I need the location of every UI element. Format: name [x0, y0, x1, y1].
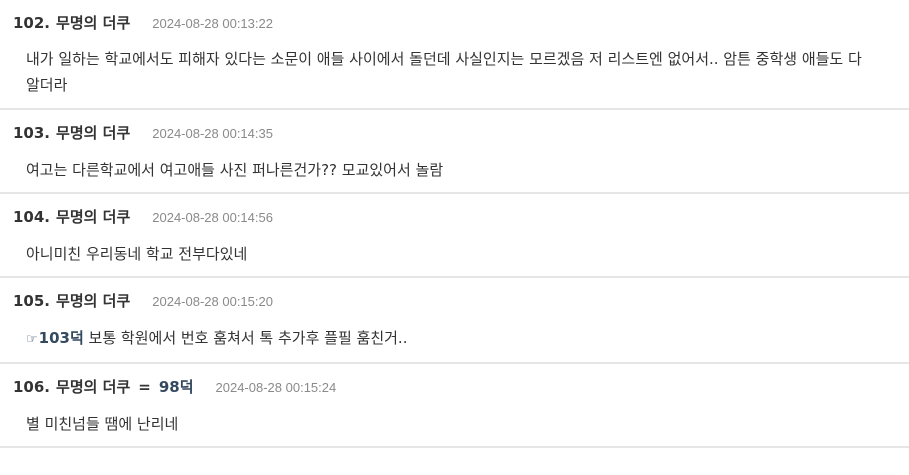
comment-number[interactable]: 106. [13, 378, 50, 396]
comment-item: 106. 무명의 더쿠 = 98덕 2024-08-28 00:15:24 별 … [0, 364, 909, 448]
comment-number[interactable]: 102. [13, 14, 50, 32]
comment-author: 무명의 더쿠 [56, 208, 131, 226]
comment-body-text: 보통 학원에서 번호 훔쳐서 톡 추가후 플필 훔친거.. [83, 329, 408, 347]
comment-timestamp: 2024-08-28 00:14:56 [152, 210, 273, 225]
comment-item: 104. 무명의 더쿠 2024-08-28 00:14:56 아니미친 우리동… [0, 194, 909, 278]
comment-anchor-link[interactable]: 103덕 [39, 329, 84, 347]
comment-body: ☞103덕 보통 학원에서 번호 훔쳐서 톡 추가후 플필 훔친거.. [13, 312, 899, 362]
comment-header: 102. 무명의 더쿠 2024-08-28 00:13:22 [13, 0, 899, 34]
comment-author: 무명의 더쿠 [56, 292, 131, 310]
comment-author: 무명의 더쿠 [56, 14, 131, 32]
comment-thread: 102. 무명의 더쿠 2024-08-28 00:13:22 내가 일하는 학… [0, 0, 909, 448]
comment-number[interactable]: 105. [13, 292, 50, 310]
comment-body: 아니미친 우리동네 학교 전부다있네 [26, 245, 248, 263]
comment-header: 103. 무명의 더쿠 2024-08-28 00:14:35 [13, 110, 899, 144]
comment-body: 별 미친넘들 땜에 난리네 [26, 415, 179, 433]
comment-item: 102. 무명의 더쿠 2024-08-28 00:13:22 내가 일하는 학… [0, 0, 909, 110]
comment-header: 106. 무명의 더쿠 = 98덕 2024-08-28 00:15:24 [13, 364, 899, 398]
comment-item: 103. 무명의 더쿠 2024-08-28 00:14:35 여고는 다른학교… [0, 110, 909, 194]
comment-header: 105. 무명의 더쿠 2024-08-28 00:15:20 [13, 278, 899, 312]
comment-timestamp: 2024-08-28 00:15:24 [215, 380, 337, 395]
reply-reference-link[interactable]: 98덕 [159, 376, 194, 397]
comment-number[interactable]: 104. [13, 208, 50, 226]
comment-timestamp: 2024-08-28 00:14:35 [152, 126, 273, 141]
comment-author: 무명의 더쿠 [56, 378, 131, 396]
comment-timestamp: 2024-08-28 00:13:22 [152, 16, 273, 31]
reply-equals-sign: = [138, 378, 151, 396]
comment-item: 105. 무명의 더쿠 2024-08-28 00:15:20 ☞103덕 보통… [0, 278, 909, 364]
comment-timestamp: 2024-08-28 00:15:20 [152, 294, 273, 309]
pointing-hand-icon: ☞ [26, 332, 38, 347]
comment-header: 104. 무명의 더쿠 2024-08-28 00:14:56 [13, 194, 899, 228]
comment-body: 여고는 다른학교에서 여고애들 사진 퍼나른건가?? 모교있어서 놀람 [26, 161, 444, 179]
comment-number[interactable]: 103. [13, 124, 50, 142]
comment-body: 내가 일하는 학교에서도 피해자 있다는 소문이 애들 사이에서 돌던데 사실인… [26, 50, 862, 94]
comment-author: 무명의 더쿠 [56, 124, 131, 142]
